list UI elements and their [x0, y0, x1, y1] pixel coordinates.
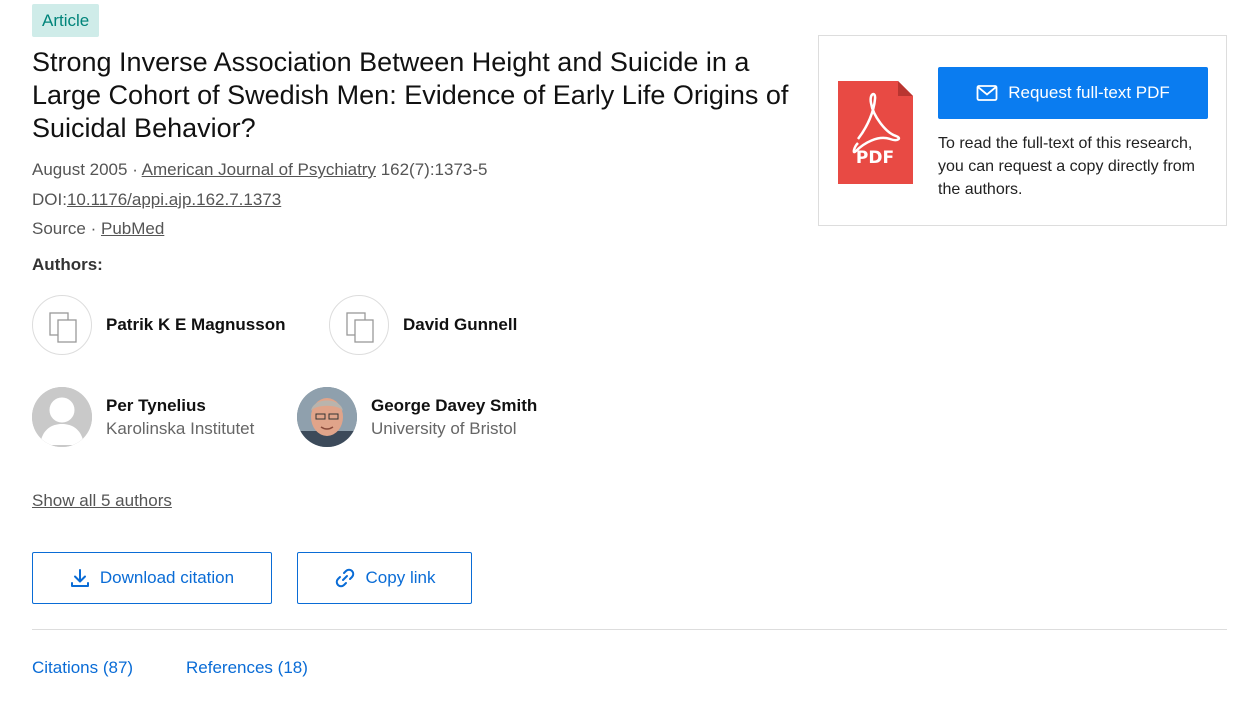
request-full-text-label: Request full-text PDF — [1008, 83, 1170, 102]
authors-heading: Authors: — [32, 255, 103, 274]
author-card[interactable]: David Gunnell — [329, 295, 517, 355]
pdf-file-icon: PDF — [838, 81, 913, 184]
copy-link-button[interactable]: Copy link — [297, 552, 472, 604]
doi-info: DOI:10.1176/appi.ajp.162.7.1373 — [32, 189, 281, 211]
mail-icon — [976, 85, 998, 101]
article-type-badge: Article — [32, 4, 100, 37]
request-full-text-button[interactable]: Request full-text PDF — [938, 67, 1208, 119]
author-name[interactable]: Patrik K E Magnusson — [106, 314, 285, 336]
doi-label: DOI: — [32, 190, 67, 209]
publication-info: August 2005 · American Journal of Psychi… — [32, 160, 488, 179]
doi-link[interactable]: 10.1176/appi.ajp.162.7.1373 — [67, 190, 281, 209]
author-card[interactable]: Per Tynelius Karolinska Institutet — [32, 387, 254, 447]
download-icon — [70, 569, 89, 587]
copy-link-label: Copy link — [365, 568, 436, 587]
author-card[interactable]: Patrik K E Magnusson — [32, 295, 285, 355]
tab-references[interactable]: References (18) — [186, 658, 308, 678]
link-icon — [335, 568, 354, 588]
publication-date: August 2005 — [32, 160, 128, 179]
request-info-text: To read the full-text of this research, … — [938, 135, 1196, 198]
author-name[interactable]: David Gunnell — [403, 314, 517, 336]
author-card[interactable]: George Davey Smith University of Bristol — [297, 387, 537, 447]
source-label: Source — [32, 219, 86, 238]
page-title: Strong Inverse Association Between Heigh… — [32, 47, 789, 143]
author-name[interactable]: Per Tynelius — [106, 395, 254, 417]
author-institution: Karolinska Institutet — [106, 418, 255, 438]
show-all-authors-link[interactable]: Show all 5 authors — [32, 491, 172, 511]
source-info: Source · PubMed — [32, 219, 165, 238]
download-citation-button[interactable]: Download citation — [32, 552, 272, 604]
tab-citations[interactable]: Citations (87) — [32, 658, 133, 678]
pdf-label: PDF — [856, 148, 894, 168]
journal-issue: 162(7):1373-5 — [375, 160, 488, 179]
default-avatar-icon — [32, 387, 92, 447]
journal-link[interactable]: American Journal of Psychiatry — [142, 160, 376, 179]
author-photo — [297, 387, 357, 447]
section-divider — [32, 629, 1227, 630]
request-fulltext-panel: PDF Request full-text PDF To read the fu… — [818, 35, 1227, 226]
author-placeholder-icon — [329, 295, 389, 355]
author-placeholder-icon — [32, 295, 92, 355]
source-link[interactable]: PubMed — [101, 219, 164, 238]
author-institution: University of Bristol — [371, 418, 517, 438]
download-citation-label: Download citation — [99, 568, 235, 587]
author-name[interactable]: George Davey Smith — [371, 395, 537, 417]
